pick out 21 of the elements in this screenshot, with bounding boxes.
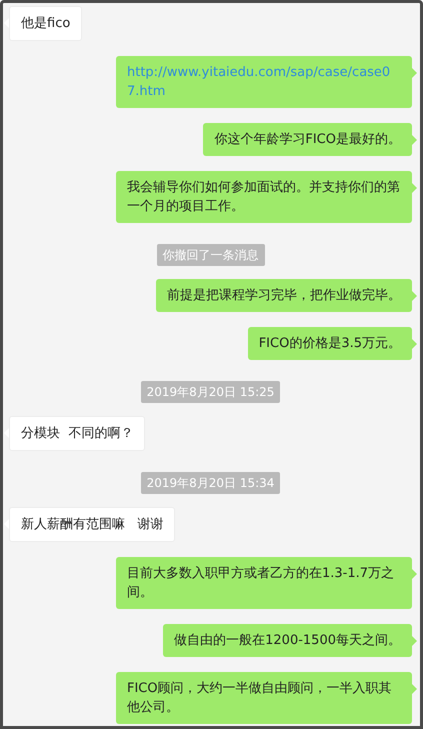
bubble-tail (412, 135, 417, 145)
bubble-tail (412, 291, 417, 301)
system-notice: 2019年8月20日 15:25 (140, 381, 280, 403)
bubble-tail (412, 684, 417, 694)
bubble-tail (412, 339, 417, 349)
message-bubble: 我会辅导你们如何参加面试的。并支持你们的第一个月的项目工作。 (116, 171, 412, 223)
message-bubble: FICO顾问，大约一半做自由顾问，一半入职其他公司。 (116, 672, 412, 724)
message-bubble: 前提是把课程学习完毕，把作业做完毕。 (156, 279, 412, 312)
message-bubble: 做自由的一般在1200-1500每天之间。 (163, 624, 412, 657)
message-bubble: 新人薪酬有范围嘛 谢谢 (9, 507, 176, 542)
message-bubble: 目前大多数入职甲方或者乙方的在1.3-1.7万之间。 (116, 557, 412, 609)
message-bubble: 你这个年龄学习FICO是最好的。 (203, 123, 412, 156)
bubble-tail (412, 569, 417, 579)
bubble-tail (412, 636, 417, 646)
system-notice: 2019年8月20日 15:34 (140, 472, 280, 494)
message-bubble: 他是fico (9, 6, 82, 41)
message-bubble: FICO的价格是3.5万元。 (248, 327, 412, 360)
message-link[interactable]: http://www.yitaiedu.com/sap/case/case07.htm (127, 63, 401, 101)
bubble-tail (412, 183, 417, 193)
system-notice: 你撤回了一条消息 (156, 244, 264, 266)
message-bubble: 分模块 不同的啊？ (9, 416, 146, 451)
